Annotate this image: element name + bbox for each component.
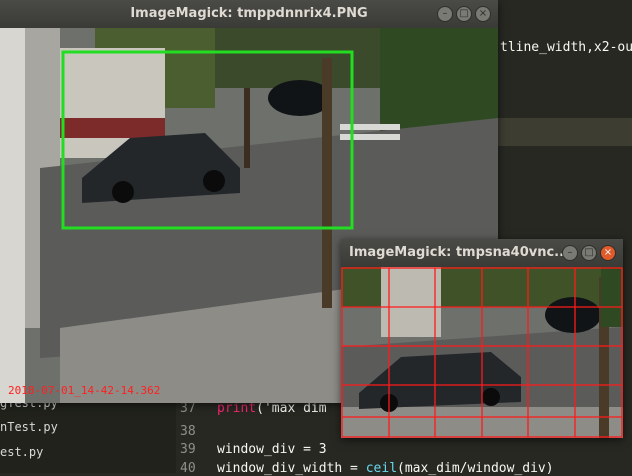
file-sidebar: gTest.py nTest.py est.py: [0, 396, 176, 473]
code-line-39: window_div = 3: [217, 442, 327, 457]
titlebar[interactable]: ImageMagick: tmpsna40vnc.... – □ ×: [341, 239, 623, 267]
file-item[interactable]: nTest.py: [0, 420, 58, 434]
file-item[interactable]: est.py: [0, 445, 43, 459]
code-text: (max_dim/window_div): [397, 461, 554, 476]
code-line-37: print('max dim: [217, 401, 327, 416]
code-text: window_div_width =: [217, 461, 366, 476]
code-line-40: window_div_width = ceil(max_dim/window_d…: [217, 461, 554, 476]
current-line-highlight: [498, 118, 632, 146]
close-button[interactable]: ×: [475, 6, 491, 22]
minimize-button[interactable]: –: [437, 6, 453, 22]
code-keyword: print: [217, 401, 257, 416]
line-number: 38: [180, 424, 196, 439]
timestamp-overlay: 2018-07-01_14-42-14.362: [8, 384, 161, 397]
line-number: 37: [180, 401, 196, 416]
titlebar[interactable]: ImageMagick: tmppdnnrix4.PNG – □ ×: [0, 0, 498, 28]
close-button[interactable]: ×: [600, 245, 616, 261]
code-function: ceil: [365, 461, 398, 476]
line-number: 39: [180, 442, 196, 457]
grid-scene-image: [341, 267, 623, 438]
code-fragment: tline_width,x2-ou: [500, 40, 632, 55]
maximize-button[interactable]: □: [456, 6, 472, 22]
maximize-button[interactable]: □: [581, 245, 597, 261]
window-title: ImageMagick: tmppdnnrix4.PNG: [130, 6, 368, 21]
line-number: 40: [180, 461, 196, 476]
imagemagick-window-grid: ImageMagick: tmpsna40vnc.... – □ ×: [341, 239, 623, 438]
grid-photo: [341, 267, 623, 438]
minimize-button[interactable]: –: [562, 245, 578, 261]
code-text: ('max dim: [256, 401, 327, 416]
